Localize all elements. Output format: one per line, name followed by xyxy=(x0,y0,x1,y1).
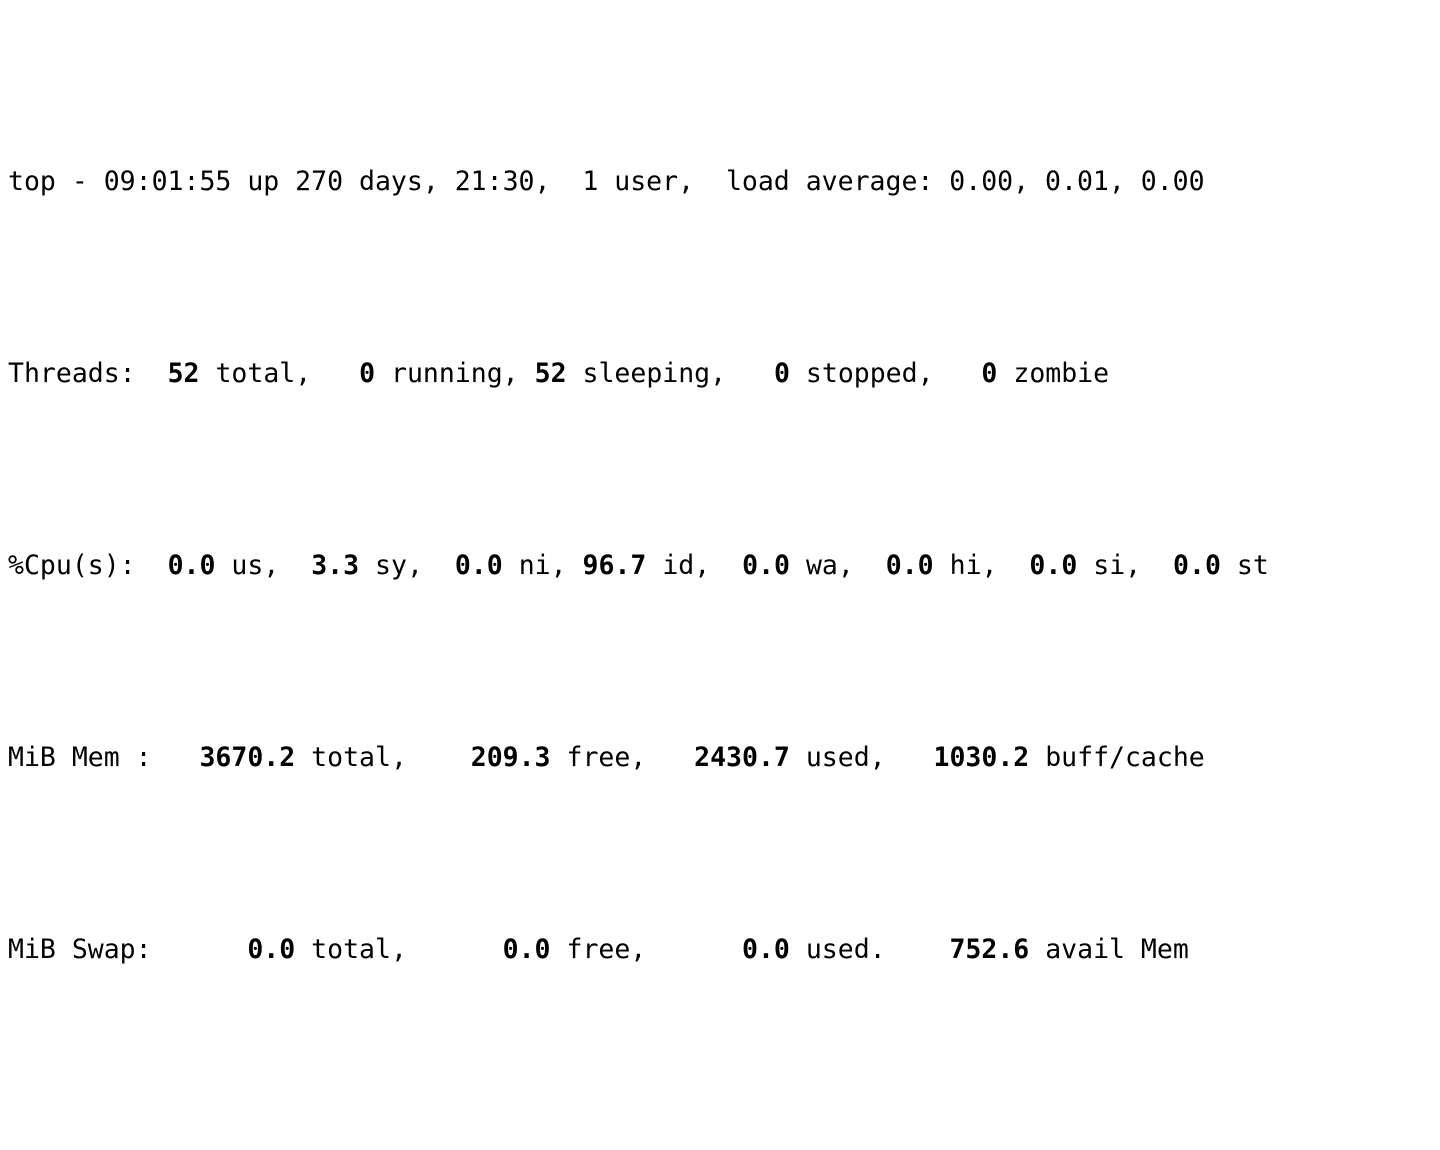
cpu-wa-label: wa, xyxy=(805,550,854,581)
mem-free-value: 209.3 xyxy=(470,742,551,773)
threads-sleeping-label: sleeping, xyxy=(582,358,727,389)
threads-label: Threads: xyxy=(8,358,136,389)
swap-line: MiB Swap: 0.0 total, 0.0 free, 0.0 used.… xyxy=(8,926,1440,974)
summary-table-gap xyxy=(0,1118,1440,1150)
threads-zombie-value: 0 xyxy=(981,358,998,389)
top-summary-area: top - 09:01:55 up 270 days, 21:30, 1 use… xyxy=(0,0,1440,1118)
uptime-line: top - 09:01:55 up 270 days, 21:30, 1 use… xyxy=(8,158,1440,206)
cpu-st-label: st xyxy=(1236,550,1269,581)
cpu-us-value: 0.0 xyxy=(167,550,216,581)
mem-label: MiB Mem : xyxy=(8,742,152,773)
swap-avail-label: avail Mem xyxy=(1045,934,1189,965)
cpu-line: %Cpu(s): 0.0 us, 3.3 sy, 0.0 ni, 96.7 id… xyxy=(8,542,1440,590)
cpu-hi-value: 0.0 xyxy=(885,550,934,581)
mem-buffcache-value: 1030.2 xyxy=(933,742,1030,773)
swap-used-label: used. xyxy=(805,934,886,965)
swap-used-value: 0.0 xyxy=(742,934,790,965)
cpu-si-value: 0.0 xyxy=(1029,550,1078,581)
cpu-sy-value: 3.3 xyxy=(311,550,360,581)
threads-stopped-label: stopped, xyxy=(805,358,934,389)
threads-zombie-label: zombie xyxy=(1013,358,1110,389)
swap-total-label: total, xyxy=(311,934,407,965)
threads-running-label: running, xyxy=(391,358,519,389)
threads-running-value: 0 xyxy=(359,358,376,389)
mem-total-label: total, xyxy=(311,742,407,773)
mem-used-label: used, xyxy=(805,742,886,773)
swap-free-value: 0.0 xyxy=(502,934,551,965)
swap-total-value: 0.0 xyxy=(247,934,296,965)
cpu-id-label: id, xyxy=(662,550,711,581)
mem-free-label: free, xyxy=(566,742,647,773)
threads-total-label: total, xyxy=(215,358,312,389)
threads-line: Threads: 52 total, 0 running, 52 sleepin… xyxy=(8,350,1440,398)
cpu-hi-label: hi, xyxy=(949,550,998,581)
swap-label: MiB Swap: xyxy=(8,934,152,965)
cpu-ni-label: ni, xyxy=(518,550,567,581)
cpu-label: %Cpu(s): xyxy=(8,550,136,581)
mem-line: MiB Mem : 3670.2 total, 209.3 free, 2430… xyxy=(8,734,1440,782)
threads-stopped-value: 0 xyxy=(773,358,790,389)
threads-sleeping-value: 52 xyxy=(534,358,567,389)
swap-avail-value: 752.6 xyxy=(949,934,1030,965)
mem-buffcache-label: buff/cache xyxy=(1045,742,1205,773)
uptime-line-text: top - 09:01:55 up 270 days, 21:30, 1 use… xyxy=(8,166,1205,197)
cpu-sy-label: sy, xyxy=(375,550,423,581)
terminal-screen[interactable]: top - 09:01:55 up 270 days, 21:30, 1 use… xyxy=(0,0,1440,1150)
mem-used-value: 2430.7 xyxy=(694,742,790,773)
threads-total-value: 52 xyxy=(167,358,200,389)
cpu-us-label: us, xyxy=(231,550,280,581)
cpu-ni-value: 0.0 xyxy=(454,550,503,581)
mem-total-value: 3670.2 xyxy=(199,742,296,773)
swap-free-label: free, xyxy=(566,934,647,965)
cpu-si-label: si, xyxy=(1093,550,1142,581)
cpu-wa-value: 0.0 xyxy=(742,550,790,581)
cpu-st-value: 0.0 xyxy=(1173,550,1221,581)
cpu-id-value: 96.7 xyxy=(582,550,647,581)
